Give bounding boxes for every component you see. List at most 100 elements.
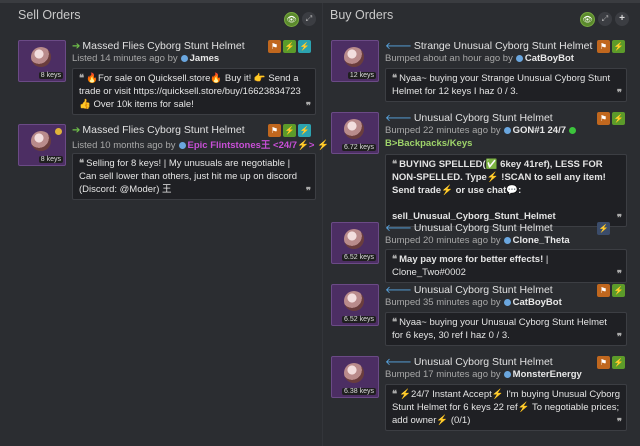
flag-icon[interactable]: ⚑ <box>268 40 281 53</box>
helmet-image <box>344 363 364 383</box>
listing-meta: Bumped 17 minutes ago by MonsterEnergy <box>385 369 582 380</box>
quote-open-icon: ❝ <box>392 317 398 328</box>
listing-message: ❝ ⚡24/7 Instant Accept⚡ I'm buying Unusua… <box>385 384 627 431</box>
flag-icon[interactable]: ⚑ <box>597 40 610 53</box>
price-badge: 6.72 keys <box>342 144 376 151</box>
quote-open-icon: ❝ <box>79 158 85 169</box>
arrow-left-icon: 🡐 <box>385 41 412 52</box>
username[interactable]: James <box>190 53 220 64</box>
lightning-icon[interactable]: ⚡ <box>283 124 296 137</box>
helmet-image <box>344 47 364 67</box>
helmet-image <box>31 47 51 67</box>
item-thumbnail[interactable]: 6.52 keys <box>331 222 379 264</box>
lightning-icon[interactable]: ⚡ <box>283 40 296 53</box>
username[interactable]: MonsterEnergy <box>513 369 582 380</box>
listing-title[interactable]: 🡐 Unusual Cyborg Stunt Helmet <box>385 112 553 124</box>
listing-meta: Listed 10 months ago by Epic Flintstones王… <box>72 140 329 151</box>
quote-open-icon: ❝ <box>392 254 398 265</box>
online-dot <box>568 126 576 134</box>
eye-icon[interactable]: 👁 <box>580 12 595 27</box>
listing-title[interactable]: 🡐 Unusual Cyborg Stunt Helmet <box>385 222 553 234</box>
username[interactable]: CatBoyBot <box>525 53 574 64</box>
arrow-right-icon: ➔ <box>72 41 81 52</box>
expand-icon[interactable]: ⤢ <box>302 12 316 26</box>
buy-listing: 6.52 keys 🡐 Unusual Cyborg Stunt Helmet ⚑… <box>331 284 636 346</box>
user-status-dot <box>503 370 511 378</box>
buy-listing: 12 keys 🡐 Strange Unusual Cyborg Stunt He… <box>331 40 636 102</box>
listing-meta: Bumped 22 minutes ago by GON#1 24/7 <box>385 125 576 136</box>
listing-title[interactable]: 🡐 Unusual Cyborg Stunt Helmet <box>385 356 553 368</box>
listing-title[interactable]: ➔ Massed Flies Cyborg Stunt Helmet <box>72 124 245 136</box>
quote-close-icon: ❞ <box>616 269 622 280</box>
user-status-dot <box>180 54 188 62</box>
lightning-icon[interactable]: ⚡ <box>612 40 625 53</box>
plus-icon[interactable]: + <box>615 12 629 26</box>
listing-actions: ⚡ <box>597 222 610 235</box>
listing-actions: ⚑ ⚡ <box>597 40 625 53</box>
lightning-icon[interactable]: ⚡ <box>612 356 625 369</box>
flag-icon[interactable]: ⚑ <box>597 112 610 125</box>
quote-close-icon: ❞ <box>616 88 622 99</box>
listing-title[interactable]: 🡐 Strange Unusual Cyborg Stunt Helmet <box>385 40 592 52</box>
arrow-left-icon: 🡐 <box>385 285 412 296</box>
listing-actions: ⚑ ⚡ ⚡ <box>268 124 311 137</box>
listing-message: ❝ May pay more for better effects! | Clon… <box>385 249 627 283</box>
lightning-icon[interactable]: ⚡ <box>298 124 311 137</box>
price-badge: 6.52 keys <box>342 254 376 261</box>
buy-listing: 6.72 keys 🡐 Unusual Cyborg Stunt Helmet ⚑… <box>331 112 636 227</box>
listing-title[interactable]: 🡐 Unusual Cyborg Stunt Helmet <box>385 284 553 296</box>
arrow-left-icon: 🡐 <box>385 113 412 124</box>
flag-icon[interactable]: ⚑ <box>268 124 281 137</box>
arrow-left-icon: 🡐 <box>385 357 412 368</box>
helmet-image <box>344 119 364 139</box>
buy-header-icons: 👁 ⤢ + <box>580 12 629 27</box>
username[interactable]: Clone_Theta <box>513 235 570 246</box>
user-status-dot <box>503 126 511 134</box>
flag-icon[interactable]: ⚑ <box>597 356 610 369</box>
lightning-icon[interactable]: ⚡ <box>298 40 311 53</box>
username[interactable]: CatBoyBot <box>513 297 562 308</box>
item-thumbnail[interactable]: 6.72 keys <box>331 112 379 154</box>
lightning-icon[interactable]: ⚡ <box>597 222 610 235</box>
price-badge: 8 keys <box>38 156 63 163</box>
listing-meta: Bumped 20 minutes ago by Clone_Theta <box>385 235 570 246</box>
quote-open-icon: ❝ <box>392 159 398 170</box>
listing-actions: ⚑ ⚡ <box>597 112 625 125</box>
item-thumbnail[interactable]: 12 keys <box>331 40 379 82</box>
username[interactable]: GON#1 24/7 <box>513 125 566 136</box>
item-thumbnail[interactable]: 6.38 keys <box>331 356 379 398</box>
lightning-icon[interactable]: ⚡ <box>612 112 625 125</box>
listing-meta: Listed 14 minutes ago by James <box>72 53 220 64</box>
item-thumbnail[interactable]: 8 keys <box>18 40 66 82</box>
user-tagline: B>Backpacks/Keys <box>385 138 473 149</box>
sell-listing: 8 keys ➔ Massed Flies Cyborg Stunt Helmet… <box>18 124 329 204</box>
quote-close-icon: ❞ <box>616 417 622 428</box>
listing-actions: ⚑ ⚡ <box>597 356 625 369</box>
listing-message: ❝ Nyaa~ buying your Strange Unusual Cybor… <box>385 68 627 102</box>
top-border <box>0 0 640 3</box>
listing-message: ❝ BUYING SPELLED(✅ 6key 41ref), LESS FOR … <box>385 154 627 227</box>
lightning-icon[interactable]: ⚡ <box>612 284 625 297</box>
listing-title[interactable]: ➔ Massed Flies Cyborg Stunt Helmet <box>72 40 245 52</box>
item-thumbnail[interactable]: 6.52 keys <box>331 284 379 326</box>
item-thumbnail[interactable]: 8 keys <box>18 124 66 166</box>
sell-header-icons: 👁 ⤢ <box>284 12 316 27</box>
user-status-dot <box>503 298 511 306</box>
user-status-dot <box>178 141 186 149</box>
listing-actions: ⚑ ⚡ <box>597 284 625 297</box>
sell-orders-header: Sell Orders <box>18 8 81 22</box>
expand-icon[interactable]: ⤢ <box>598 12 612 26</box>
eye-icon[interactable]: 👁 <box>284 12 299 27</box>
helmet-image <box>344 229 364 249</box>
quote-close-icon: ❞ <box>616 332 622 343</box>
buy-listing: 6.38 keys 🡐 Unusual Cyborg Stunt Helmet ⚑… <box>331 356 636 432</box>
buy-orders-header: Buy Orders <box>330 8 394 22</box>
listing-message: ❝ Selling for 8 keys! | My unusuals are n… <box>72 153 316 200</box>
username[interactable]: Epic Flintstones王 <24/7⚡> ⚡ <box>188 140 329 151</box>
flag-icon[interactable]: ⚑ <box>597 284 610 297</box>
sell-listing: 8 keys ➔ Massed Flies Cyborg Stunt Helmet… <box>18 40 318 115</box>
helmet-image <box>344 291 364 311</box>
listing-actions: ⚑ ⚡ ⚡ <box>268 40 311 53</box>
listing-message: ❝ Nyaa~ buying your Unusual Cyborg Stunt … <box>385 312 627 346</box>
arrow-right-icon: ➔ <box>72 125 81 136</box>
